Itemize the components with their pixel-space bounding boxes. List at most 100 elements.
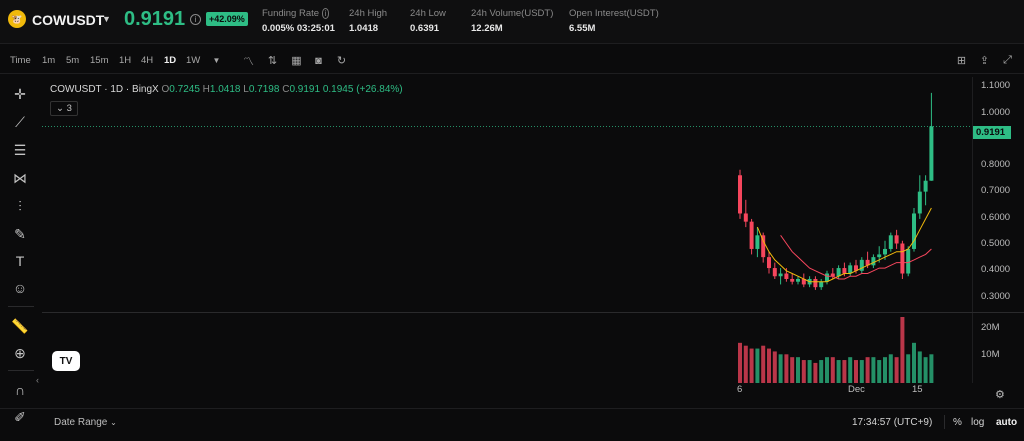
volume-bar [842,360,847,383]
volume-bar [830,357,835,383]
interval-15m[interactable]: 15m [90,55,108,66]
stat-label: Funding Rate [262,8,320,19]
date-range-button[interactable]: Date Range ⌄ [54,417,117,428]
change-badge: +42.09% [206,12,248,26]
stat-label: 24h High [349,8,388,19]
y-tick: 0.6000 [981,212,1011,223]
stat-value: 1.0418 [349,23,379,34]
pattern-icon[interactable]: ⋈ [10,168,30,188]
zoom-icon[interactable]: ⊕ [10,343,30,363]
trendline-icon[interactable]: ⟋ [10,112,30,132]
interval-5m[interactable]: 5m [66,55,79,66]
fullscreen-icon[interactable]: ⤢ [1001,54,1014,67]
candle-body [888,235,893,249]
tradingview-logo[interactable]: TV [52,351,80,371]
chevron-down-icon[interactable]: ▼ [210,54,223,67]
price-chart[interactable] [42,77,972,383]
candle-body [790,278,795,282]
candle-body [894,235,899,244]
legend-close: 0.9191 [289,84,321,95]
volume-bar [923,357,928,383]
interval-time[interactable]: Time [10,55,31,66]
interval-4h[interactable]: 4H [141,55,153,66]
measure-icon[interactable]: ⫶ [10,196,30,216]
legend-title: COWUSDT · 1D · BingX [50,84,159,95]
volume-bar [738,342,742,383]
volume-bar [801,360,806,383]
brush-icon[interactable]: ✎ [10,224,30,244]
legend-change: 0.1945 (+26.84%) [322,84,403,95]
crosshair-icon[interactable]: ✛ [10,84,30,104]
volume-bar [767,348,771,383]
camera-icon[interactable]: ◙ [312,54,325,67]
y-tick: 0.4000 [981,264,1011,275]
legend-low: 0.7198 [248,84,280,95]
undo-icon[interactable]: ↻ [335,54,348,67]
volume-bar [865,357,870,383]
fib-icon[interactable]: ☰ [10,140,30,160]
collapse-toolbar-icon[interactable]: ‹ [36,375,39,385]
pane-divider[interactable] [42,312,1024,313]
clock-timezone[interactable]: 17:34:57 (UTC+9) [852,417,932,428]
candle-body [813,278,818,288]
volume-bar [807,360,812,383]
stat-24h-low: 24h Low 0.6391 [410,8,446,34]
compare-icon[interactable]: ⇅ [266,54,279,67]
candle-body [848,265,853,274]
info-icon[interactable]: i [190,14,201,25]
candle-body [772,268,777,277]
candle-body [900,243,905,274]
log-toggle[interactable]: log [971,417,984,428]
price-axis[interactable]: 1.1000 1.0000 0.9191 0.8000 0.7000 0.600… [972,77,1024,401]
candle-body [883,248,887,255]
caret-down-icon[interactable]: ▼ [102,14,111,24]
interval-1d[interactable]: 1D [164,55,176,66]
time-axis[interactable]: 6 Dec 15 [42,384,972,400]
y-tick: 0.3000 [981,291,1011,302]
candle-body [749,221,754,249]
interval-1h[interactable]: 1H [119,55,131,66]
interval-1w[interactable]: 1W [186,55,200,66]
tools-divider [8,306,34,307]
stat-label: 24h Low [410,8,446,19]
ruler-icon[interactable]: 📏 [10,316,30,336]
candle-body [784,273,789,279]
tools-divider [8,370,34,371]
text-icon[interactable]: T [10,251,30,271]
percent-toggle[interactable]: % [953,417,962,428]
template-icon[interactable]: ▦ [290,54,303,67]
candle-body [819,281,824,288]
indicators-toggle[interactable]: ⌄ 3 [50,101,78,116]
share-icon[interactable]: ⇪ [978,54,991,67]
magnet-icon[interactable]: ∩ [10,380,30,400]
volume-bar [749,348,754,383]
volume-bar [929,354,934,383]
settings-icon[interactable]: ⚙ [995,388,1005,401]
stat-open-interest: Open Interest(USDT) 6.55M [569,8,659,34]
chevron-down-icon: ⌄ [110,418,117,427]
volume-bar [819,360,824,383]
emoji-icon[interactable]: ☺ [10,278,30,298]
volume-bar [784,354,789,383]
stat-value: 12.26M [471,23,503,34]
info-icon[interactable]: i [321,8,330,19]
y-tick: 1.0000 [981,107,1011,118]
volume-bar [859,360,864,383]
divider [944,415,945,429]
symbol-selector[interactable]: COWUSDT [32,12,104,28]
x-tick: 15 [912,384,923,395]
candle-body [917,191,922,214]
stat-value: 6.55M [569,23,596,34]
volume-bar [836,360,841,383]
volume-bar [906,354,911,383]
volume-bar [761,345,766,383]
last-price-tag: 0.9191 [973,126,1011,139]
layout-icon[interactable]: ⊞ [955,54,968,67]
indicators-icon[interactable]: 〽 [242,54,255,68]
candle-body [906,248,911,274]
volume-tick: 10M [981,349,1000,360]
x-tick: 6 [737,384,743,395]
volume-bar [772,351,777,383]
interval-1m[interactable]: 1m [42,55,55,66]
auto-toggle[interactable]: auto [996,417,1017,428]
